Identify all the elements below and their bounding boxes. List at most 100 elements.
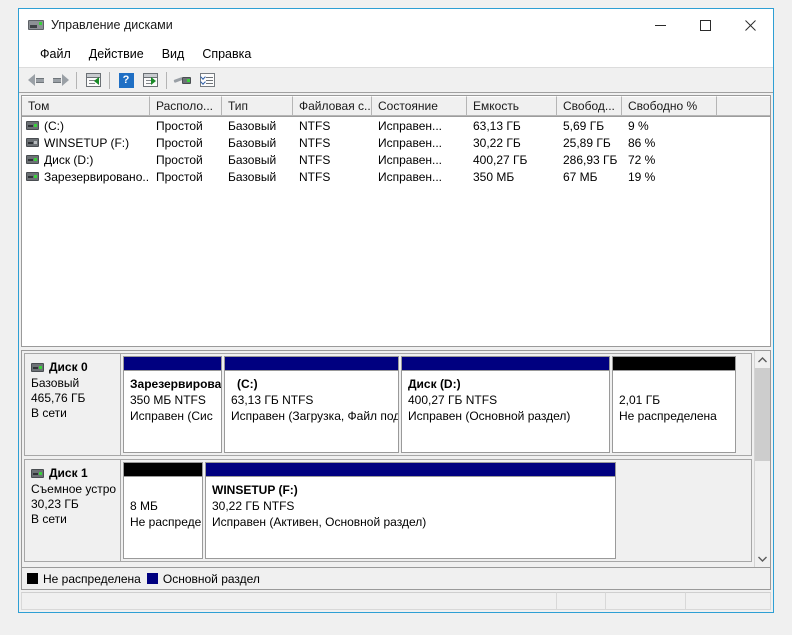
status-bar (19, 590, 773, 612)
toolbar: ? (19, 67, 773, 93)
disk-block[interactable]: Диск 1 Съемное устро 30,23 ГБ В сети 8 МБ Не… (24, 459, 752, 562)
partition-color-bar (402, 357, 609, 370)
cell-layout: Простой (156, 169, 203, 184)
partition-color-bar (124, 463, 202, 476)
partition-line (130, 482, 197, 498)
rescan-disks-button[interactable] (171, 69, 195, 91)
cell-volume: (C:) (22, 119, 150, 133)
cell-filesystem: NTFS (299, 169, 331, 184)
cell-volume: Диск (D:) (22, 153, 150, 167)
partition-line: Не распределена (619, 409, 717, 423)
partition-line: WINSETUP (F:) (212, 483, 298, 497)
graphical-view-pane[interactable]: Диск 0 Базовый 465,76 ГБ В сети Зарезервиров… (21, 350, 771, 568)
legend-label-unallocated: Не распределена (43, 571, 141, 586)
column-header-1[interactable]: Располо... (150, 96, 222, 116)
disk-info-line: В сети (31, 406, 67, 420)
menu-bar: Файл Действие Вид Справка (19, 41, 773, 67)
cell-volume: Зарезервировано... (22, 170, 150, 184)
show-console-tree-icon (85, 73, 101, 87)
cell-free: 5,69 ГБ (563, 118, 605, 133)
partition-line: Исправен (Активен, Основной раздел) (212, 515, 427, 529)
properties-checklist-icon (199, 73, 215, 87)
show-console-tree-button[interactable] (81, 69, 105, 91)
table-row[interactable]: WINSETUP (F:) Простой Базовый NTFS Исправен.… (22, 134, 770, 151)
partition[interactable]: 2,01 ГБ Не распределена (612, 356, 736, 453)
partition-line: Исправен (Загрузка, Файл под (231, 409, 398, 423)
disk-icon (31, 468, 44, 478)
minimize-button[interactable] (638, 9, 683, 41)
partition-details: Зарезервирован 350 МБ NTFS Исправен (Сис (124, 370, 221, 452)
toolbar-separator-1 (76, 71, 77, 89)
partition-line (619, 376, 730, 392)
forward-button[interactable] (48, 69, 72, 91)
disk-title: Диск 0 (31, 360, 116, 374)
volume-label: Зарезервировано... (44, 169, 150, 184)
scroll-thumb[interactable] (755, 368, 770, 461)
menu-file[interactable]: Файл (31, 44, 80, 64)
column-header-3[interactable]: Файловая с... (293, 96, 372, 116)
table-row[interactable]: (C:) Простой Базовый NTFS Исправен... 63,13 Г… (22, 117, 770, 134)
scroll-up-button[interactable] (755, 351, 770, 368)
cell-free_pct: 9 % (628, 118, 649, 133)
cell-filesystem: NTFS (299, 135, 331, 150)
partition-color-bar (124, 357, 221, 370)
partition[interactable]: 8 МБ Не распреде (123, 462, 203, 559)
table-row[interactable]: Зарезервировано... Простой Базовый NTFS Испр… (22, 168, 770, 185)
cell-status: Исправен... (378, 152, 443, 167)
partition-line: Не распреде (130, 515, 202, 529)
status-cell-4 (685, 592, 771, 610)
show-action-pane-button[interactable] (138, 69, 162, 91)
menu-action[interactable]: Действие (80, 44, 153, 64)
cell-type: Базовый (228, 118, 277, 133)
table-row[interactable]: Диск (D:) Простой Базовый NTFS Исправен... 40… (22, 151, 770, 168)
title-bar[interactable]: Управление дисками (19, 9, 773, 41)
cell-volume: WINSETUP (F:) (22, 136, 150, 150)
menu-help[interactable]: Справка (193, 44, 260, 64)
volume-label: Диск (D:) (44, 152, 94, 167)
partition-color-bar (225, 357, 398, 370)
scroll-track[interactable] (755, 368, 770, 550)
partition-details: WINSETUP (F:) 30,22 ГБ NTFS Исправен (Акти… (206, 476, 615, 558)
partition-line: Диск (D:) (408, 377, 461, 391)
disk-info[interactable]: Диск 1 Съемное устро 30,23 ГБ В сети (25, 460, 121, 561)
partition-strip: Зарезервирован 350 МБ NTFS Исправен (Сис (C… (121, 354, 751, 455)
partition[interactable]: WINSETUP (F:) 30,22 ГБ NTFS Исправен (Акти… (205, 462, 616, 559)
disk-icon (31, 362, 44, 372)
disk-title-label: Диск 1 (49, 466, 88, 480)
column-header-4[interactable]: Состояние (372, 96, 467, 116)
column-header-2[interactable]: Тип (222, 96, 293, 116)
scroll-down-button[interactable] (755, 550, 770, 567)
legend-item-primary: Основной раздел (146, 571, 260, 586)
help-button[interactable]: ? (114, 69, 138, 91)
partition-color-bar (613, 357, 735, 370)
volume-label: (C:) (44, 118, 64, 133)
column-header-7[interactable]: Свободно % (622, 96, 717, 116)
disk-block[interactable]: Диск 0 Базовый 465,76 ГБ В сети Зарезервиров… (24, 353, 752, 456)
column-header-0[interactable]: Том (22, 96, 150, 116)
legend-swatch-unallocated (27, 573, 38, 584)
cell-type: Базовый (228, 169, 277, 184)
partition[interactable]: (C:) 63,13 ГБ NTFS Исправен (Загрузка, Фай… (224, 356, 399, 453)
show-action-pane-icon (142, 73, 158, 87)
column-header-8[interactable] (717, 96, 770, 116)
column-header-5[interactable]: Емкость (467, 96, 557, 116)
partition[interactable]: Диск (D:) 400,27 ГБ NTFS Исправен (Основно… (401, 356, 610, 453)
legend-label-primary: Основной раздел (162, 571, 260, 586)
menu-view[interactable]: Вид (153, 44, 194, 64)
back-button[interactable] (24, 69, 48, 91)
disk-info-line: 30,23 ГБ (31, 497, 79, 511)
maximize-button[interactable] (683, 9, 728, 41)
close-button[interactable] (728, 9, 773, 41)
partition[interactable]: Зарезервирован 350 МБ NTFS Исправен (Сис (123, 356, 222, 453)
properties-button[interactable] (195, 69, 219, 91)
partition-line: Зарезервирован (130, 377, 221, 391)
graphical-view-scrollbar[interactable] (754, 351, 770, 567)
volume-list-pane[interactable]: Том Располо... Тип Файловая с... Состояние Ем… (21, 95, 771, 347)
status-cell-1 (21, 592, 557, 610)
disk-title: Диск 1 (31, 466, 116, 480)
cell-status: Исправен... (378, 118, 443, 133)
cell-filesystem: NTFS (299, 118, 331, 133)
column-header-6[interactable]: Свобод... (557, 96, 622, 116)
status-cell-3 (605, 592, 686, 610)
disk-info[interactable]: Диск 0 Базовый 465,76 ГБ В сети (25, 354, 121, 455)
